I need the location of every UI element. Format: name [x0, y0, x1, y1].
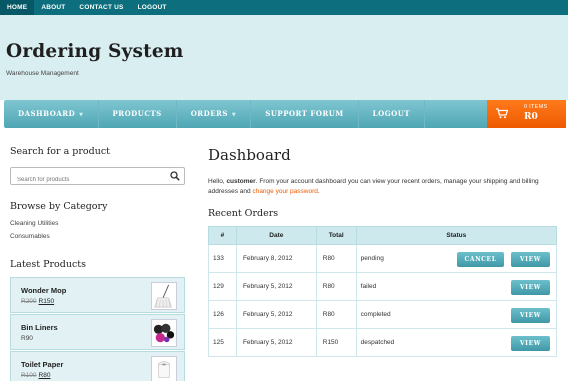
- chevron-down-icon: ▼: [79, 112, 84, 118]
- intro-greeting: Hello,: [208, 178, 227, 185]
- nav-logout-label: LOGOUT: [372, 109, 411, 118]
- main-nav: DASHBOARD ▼ PRODUCTS ORDERS ▼ SUPPORT FORU…: [4, 100, 566, 128]
- order-date: February 5, 2012: [235, 272, 317, 301]
- order-date: February 5, 2012: [235, 300, 317, 329]
- order-total: R80: [315, 272, 357, 301]
- top-nav: HOME ABOUT CONTACT US LOGOUT: [0, 0, 568, 15]
- product-sale-price: R90: [21, 335, 33, 342]
- product-old-price: R100: [21, 372, 37, 379]
- order-number: 129: [208, 272, 237, 301]
- view-order-button[interactable]: VIEW: [511, 280, 550, 295]
- product-price: R200 R150: [21, 298, 54, 305]
- nav-products-label: PRODUCTS: [112, 109, 162, 118]
- order-total: R80: [315, 300, 357, 329]
- nav-orders[interactable]: ORDERS ▼: [177, 100, 252, 128]
- chevron-down-icon: ▼: [231, 112, 237, 118]
- top-nav-contact-us[interactable]: CONTACT US: [72, 0, 130, 15]
- order-number: 125: [208, 328, 237, 357]
- view-order-button[interactable]: VIEW: [511, 308, 550, 323]
- site-tagline: Warehouse Management: [6, 70, 79, 77]
- order-status: failed: [360, 283, 377, 290]
- category-link-cleaning-utilities[interactable]: Cleaning Utilities: [10, 220, 58, 227]
- site-header: Ordering System Warehouse Management: [0, 15, 568, 100]
- search-box: [10, 167, 185, 188]
- nav-products[interactable]: PRODUCTS: [99, 100, 177, 128]
- top-nav-logout[interactable]: LOGOUT: [131, 0, 174, 15]
- nav-logout[interactable]: LOGOUT: [359, 100, 426, 128]
- nav-orders-label: ORDERS: [190, 109, 228, 118]
- column-header-status: Status: [355, 226, 558, 245]
- order-status-cell: completed VIEW: [355, 300, 558, 329]
- column-header-total: Total: [315, 226, 357, 245]
- cart-total: R0: [524, 112, 538, 122]
- table-row: 126 February 5, 2012 R80 completed VIEW: [208, 300, 558, 329]
- top-nav-about[interactable]: ABOUT: [34, 0, 72, 15]
- search-icon[interactable]: [170, 171, 180, 181]
- nav-dashboard[interactable]: DASHBOARD ▼: [4, 100, 99, 128]
- order-status: completed: [360, 311, 391, 318]
- orders-table: # Date Total Status 133 February 8, 2012…: [208, 226, 558, 357]
- product-card[interactable]: Toilet Paper R100 R80: [10, 351, 185, 381]
- order-status: despatched: [360, 339, 395, 346]
- cart-icon: [496, 108, 508, 119]
- nav-support-forum[interactable]: SUPPORT FORUM: [251, 100, 359, 128]
- intro-username: customer: [226, 178, 256, 185]
- recent-orders-heading: Recent Orders: [208, 208, 279, 219]
- table-row: 129 February 5, 2012 R80 failed VIEW: [208, 272, 558, 301]
- order-total: R80: [315, 244, 357, 273]
- order-status: pending: [360, 255, 384, 262]
- order-status-cell: despatched VIEW: [355, 328, 558, 357]
- mop-image[interactable]: [151, 282, 177, 310]
- category-link-consumables[interactable]: Consumables: [10, 233, 50, 240]
- product-name[interactable]: Bin Liners: [21, 323, 58, 332]
- search-heading: Search for a product: [10, 146, 110, 157]
- order-number: 133: [208, 244, 237, 273]
- table-row: 125 February 5, 2012 R150 despatched VIE…: [208, 328, 558, 357]
- order-date: February 5, 2012: [235, 328, 317, 357]
- main-content: Dashboard Hello, customer. From your acc…: [208, 146, 558, 357]
- product-sale-price: R150: [38, 298, 55, 305]
- product-name[interactable]: Wonder Mop: [21, 286, 66, 295]
- view-order-button[interactable]: VIEW: [511, 252, 550, 267]
- site-title[interactable]: Ordering System: [6, 41, 184, 62]
- order-status-cell: failed VIEW: [355, 272, 558, 301]
- cancel-order-button[interactable]: CANCEL: [457, 252, 504, 267]
- cart-item-count: 0 ITEMS: [524, 104, 548, 110]
- cart-button[interactable]: 0 ITEMS R0: [487, 100, 566, 128]
- page-title: Dashboard: [208, 146, 291, 164]
- top-nav-home[interactable]: HOME: [0, 0, 35, 15]
- latest-products-heading: Latest Products: [10, 259, 86, 270]
- table-row: 133 February 8, 2012 R80 pending CANCEL …: [208, 244, 558, 273]
- toilet-paper-image[interactable]: [151, 356, 177, 381]
- product-card[interactable]: Wonder Mop R200 R150: [10, 277, 185, 313]
- order-number: 126: [208, 300, 237, 329]
- column-header-date: Date: [235, 226, 317, 245]
- product-name[interactable]: Toilet Paper: [21, 360, 63, 369]
- intro-end: .: [317, 188, 320, 195]
- search-input[interactable]: [11, 172, 161, 188]
- sidebar: Search for a product Browse by Category …: [10, 146, 185, 381]
- nav-dashboard-label: DASHBOARD: [18, 109, 76, 118]
- column-header-number: #: [208, 226, 237, 245]
- product-old-price: R200: [21, 298, 37, 305]
- product-sale-price: R80: [38, 372, 51, 379]
- order-date: February 8, 2012: [235, 244, 317, 273]
- bin-liners-image[interactable]: [151, 319, 177, 347]
- intro-text: Hello, customer. From your account dashb…: [208, 177, 558, 197]
- category-heading: Browse by Category: [10, 201, 108, 212]
- table-header-row: # Date Total Status: [208, 226, 558, 245]
- change-password-link[interactable]: change your password: [252, 188, 317, 195]
- product-price: R100 R80: [21, 372, 50, 379]
- order-status-cell: pending CANCEL VIEW: [355, 244, 558, 273]
- order-total: R150: [315, 328, 357, 357]
- nav-support-forum-label: SUPPORT FORUM: [265, 109, 344, 118]
- view-order-button[interactable]: VIEW: [511, 336, 550, 351]
- product-price: R90: [21, 335, 33, 342]
- product-card[interactable]: Bin Liners R90: [10, 314, 185, 350]
- latest-products-list: Wonder Mop R200 R150 Bin Liners R90 Toile…: [10, 277, 185, 381]
